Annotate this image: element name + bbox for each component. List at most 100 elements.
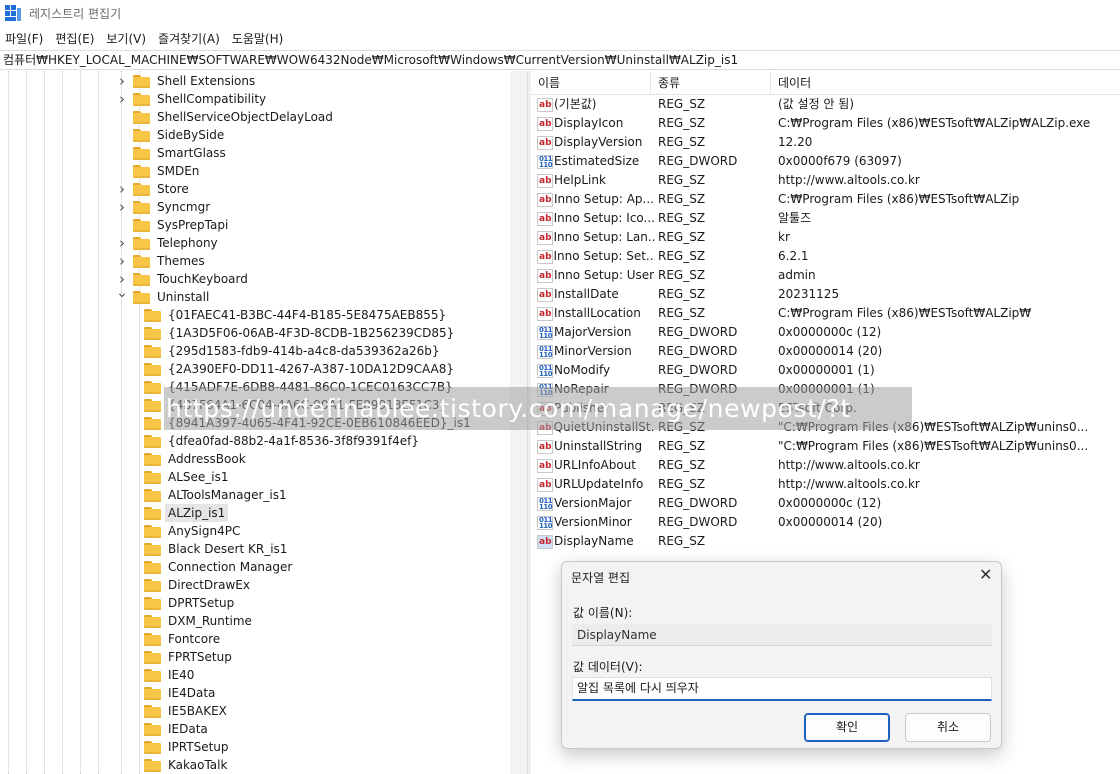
value-name-cell: ab DisplayVersion xyxy=(537,133,655,152)
menu-view[interactable]: 보기(V) xyxy=(101,30,153,47)
value-data: C:₩Program Files (x86)₩ESTsoft₩ALZip₩ xyxy=(778,306,1032,320)
tree-item[interactable]: ShellServiceObjectDelayLoad xyxy=(116,108,336,126)
tree-item[interactable]: ALToolsManager_is1 xyxy=(144,486,290,504)
menu-help[interactable]: 도움말(H) xyxy=(227,30,291,47)
value-name-cell: 011 110 NoModify xyxy=(537,361,655,380)
menu-favorites[interactable]: 즐겨찾기(A) xyxy=(153,30,227,47)
tree-item-label: Telephony xyxy=(157,236,218,250)
tree-item[interactable]: IE40 xyxy=(144,666,197,684)
value-name-cell: ab (기본값) xyxy=(537,95,655,114)
tree-item[interactable]: › TouchKeyboard xyxy=(116,270,251,288)
tree-item[interactable]: Black Desert KR_is1 xyxy=(144,540,290,558)
tree-item[interactable]: IE4Data xyxy=(144,684,218,702)
tree-item[interactable]: Connection Manager xyxy=(144,558,295,576)
cancel-button[interactable]: 취소 xyxy=(905,713,991,742)
value-type: REG_SZ xyxy=(658,173,706,187)
menu-file[interactable]: 파일(F) xyxy=(0,30,50,47)
tree-item[interactable]: IEData xyxy=(144,720,211,738)
list-row[interactable]: 011 110 EstimatedSize REG_DWORD 0x0000f679 (… xyxy=(531,152,1120,171)
folder-icon xyxy=(144,416,161,430)
value-name: UninstallString xyxy=(554,439,643,453)
value-type: REG_SZ xyxy=(658,135,706,149)
folder-icon xyxy=(144,686,161,700)
tree-item-label: {01FAEC41-B3BC-44F4-B185-5E8475AEB855} xyxy=(168,308,447,322)
list-row[interactable]: ab URLInfoAbout REG_SZ http://www.altools.c… xyxy=(531,456,1120,475)
tree-item[interactable]: AnySign4PC xyxy=(144,522,243,540)
column-header-name[interactable]: 이름 xyxy=(531,71,651,95)
tree-item[interactable]: › Themes xyxy=(116,252,208,270)
list-row[interactable]: ab URLUpdateInfo REG_SZ http://www.altools.… xyxy=(531,475,1120,494)
tree-item[interactable]: DPRTSetup xyxy=(144,594,237,612)
tree-item[interactable]: {2A390EF0-DD11-4267-A387-10DA12D9CAA8} xyxy=(144,360,457,378)
tree-item[interactable]: DXM_Runtime xyxy=(144,612,255,630)
tree-item[interactable]: ALZip_is1 xyxy=(144,504,229,522)
list-row[interactable]: ab (기본값) REG_SZ (값 설정 안 됨) xyxy=(531,95,1120,114)
tree-item[interactable]: IPRTSetup xyxy=(144,738,232,756)
tree-item[interactable]: SideBySide xyxy=(116,126,227,144)
chevron-down-icon[interactable]: ⌄ xyxy=(116,286,128,306)
tree-item-label: KakaoTalk xyxy=(168,758,228,772)
list-row[interactable]: ab Inno Setup: Set... REG_SZ 6.2.1 xyxy=(531,247,1120,266)
close-icon[interactable]: ✕ xyxy=(979,566,992,584)
chevron-right-icon[interactable]: › xyxy=(116,90,128,108)
tree-item[interactable]: › ShellCompatibility xyxy=(116,90,269,108)
string-value-icon: ab xyxy=(537,458,553,473)
tree-item[interactable]: {1A3D5F06-06AB-4F3D-8CDB-1B256239CD85} xyxy=(144,324,457,342)
list-row[interactable]: ab InstallDate REG_SZ 20231125 xyxy=(531,285,1120,304)
list-row[interactable]: 011 110 MajorVersion REG_DWORD 0x0000000c (1… xyxy=(531,323,1120,342)
tree-item-label: ShellServiceObjectDelayLoad xyxy=(157,110,333,124)
list-row[interactable]: ab Inno Setup: Ico... REG_SZ 알툴즈 xyxy=(531,209,1120,228)
chevron-right-icon[interactable]: › xyxy=(116,72,128,90)
list-row[interactable]: ab Inno Setup: User REG_SZ admin xyxy=(531,266,1120,285)
tree-item[interactable]: AddressBook xyxy=(144,450,249,468)
value-name-label: 값 이름(N): xyxy=(573,606,633,620)
tree-item[interactable]: › Store xyxy=(116,180,192,198)
value-name: MinorVersion xyxy=(554,344,632,358)
folder-icon xyxy=(133,272,150,286)
list-row[interactable]: 011 110 NoModify REG_DWORD 0x00000001 (1) xyxy=(531,361,1120,380)
list-row[interactable]: ab DisplayName REG_SZ xyxy=(531,532,1120,551)
list-row[interactable]: ab DisplayIcon REG_SZ C:₩Program Files (x86… xyxy=(531,114,1120,133)
tree-item[interactable]: ALSee_is1 xyxy=(144,468,232,486)
tree-item[interactable]: › Syncmgr xyxy=(116,198,213,216)
chevron-right-icon[interactable]: › xyxy=(116,180,128,198)
chevron-right-icon[interactable]: › xyxy=(116,234,128,252)
value-type: REG_SZ xyxy=(658,97,706,111)
folder-icon xyxy=(144,578,161,592)
value-data: 0x0000f679 (63097) xyxy=(778,154,902,168)
list-row[interactable]: ab HelpLink REG_SZ http://www.altools.co.kr xyxy=(531,171,1120,190)
tree-item[interactable]: SysPrepTapi xyxy=(116,216,231,234)
list-row[interactable]: ab InstallLocation REG_SZ C:₩Program Files … xyxy=(531,304,1120,323)
string-value-icon: ab xyxy=(537,439,553,454)
tree-item[interactable]: FPRTSetup xyxy=(144,648,235,666)
value-type: REG_SZ xyxy=(658,439,706,453)
tree-item[interactable]: ⌄ Uninstall xyxy=(116,286,212,306)
folder-icon xyxy=(144,704,161,718)
tree-item[interactable]: › Telephony xyxy=(116,234,221,252)
list-row[interactable]: 011 110 VersionMinor REG_DWORD 0x00000014 (2… xyxy=(531,513,1120,532)
address-bar[interactable]: 컴퓨터₩HKEY_LOCAL_MACHINE₩SOFTWARE₩WOW6432N… xyxy=(0,50,1120,70)
column-header-type[interactable]: 종류 xyxy=(651,71,771,95)
column-header-data[interactable]: 데이터 xyxy=(771,71,1120,95)
chevron-right-icon[interactable]: › xyxy=(116,198,128,216)
list-row[interactable]: ab Inno Setup: Ap... REG_SZ C:₩Program File… xyxy=(531,190,1120,209)
ok-button[interactable]: 확인 xyxy=(804,713,890,742)
tree-item[interactable]: SMDEn xyxy=(116,162,202,180)
tree-item[interactable]: IE5BAKEX xyxy=(144,702,230,720)
tree-item[interactable]: SmartGlass xyxy=(116,144,229,162)
chevron-right-icon[interactable]: › xyxy=(116,252,128,270)
list-row[interactable]: ab Inno Setup: Lan... REG_SZ kr xyxy=(531,228,1120,247)
tree-item[interactable]: KakaoTalk xyxy=(144,756,230,774)
menu-edit[interactable]: 편집(E) xyxy=(50,30,101,47)
list-row[interactable]: ab UninstallString REG_SZ "C:₩Program Files… xyxy=(531,437,1120,456)
list-row[interactable]: 011 110 MinorVersion REG_DWORD 0x00000014 (2… xyxy=(531,342,1120,361)
tree-item[interactable]: {dfea0fad-88b2-4a1f-8536-3f8f9391f4ef} xyxy=(144,432,422,450)
tree-item[interactable]: Fontcore xyxy=(144,630,223,648)
tree-item[interactable]: DirectDrawEx xyxy=(144,576,253,594)
list-row[interactable]: 011 110 VersionMajor REG_DWORD 0x0000000c (1… xyxy=(531,494,1120,513)
tree-item[interactable]: › Shell Extensions xyxy=(116,72,258,90)
value-data-input[interactable]: 알집 목록에 다시 띄우자 xyxy=(572,677,992,701)
tree-item[interactable]: {01FAEC41-B3BC-44F4-B185-5E8475AEB855} xyxy=(144,306,449,324)
list-row[interactable]: ab DisplayVersion REG_SZ 12.20 xyxy=(531,133,1120,152)
tree-item[interactable]: {295d1583-fdb9-414b-a4c8-da539362a26b} xyxy=(144,342,443,360)
